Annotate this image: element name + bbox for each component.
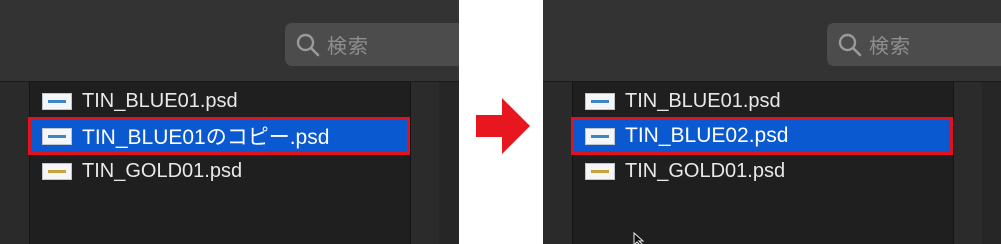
mouse-cursor-icon [633, 232, 645, 244]
right-arrow-icon [476, 98, 530, 154]
finder-window-after: 検索 TIN_BLUE01.psd TIN_BLUE02.psd TIN_GOL… [543, 0, 1001, 244]
search-placeholder: 検索 [327, 36, 369, 58]
column-divider[interactable] [953, 82, 982, 244]
file-row-selected[interactable]: TIN_BLUE01のコピー.psd [28, 117, 410, 155]
sidebar [0, 82, 30, 244]
file-row[interactable]: TIN_GOLD01.psd [30, 154, 408, 188]
column-divider[interactable] [410, 82, 439, 244]
search-placeholder: 検索 [869, 36, 911, 58]
file-name: TIN_BLUE01.psd [82, 89, 238, 112]
search-field[interactable]: 検索 [827, 23, 1001, 66]
file-name: TIN_BLUE01.psd [625, 89, 781, 112]
toolbar: 検索 [0, 0, 459, 82]
sidebar [543, 82, 573, 244]
psd-thumbnail-icon [42, 92, 72, 110]
file-name: TIN_BLUE01のコピー.psd [82, 126, 330, 149]
file-list: TIN_BLUE01.psd TIN_BLUE01のコピー.psd TIN_GO… [28, 82, 410, 244]
search-field[interactable]: 検索 [285, 23, 459, 66]
file-row[interactable]: TIN_BLUE01.psd [30, 84, 408, 118]
psd-thumbnail-icon [585, 92, 615, 110]
search-icon [838, 33, 862, 56]
psd-thumbnail-icon [585, 127, 615, 145]
file-name: TIN_BLUE02.psd [625, 124, 789, 147]
psd-thumbnail-icon [42, 162, 72, 180]
psd-thumbnail-icon [585, 162, 615, 180]
file-name: TIN_GOLD01.psd [625, 159, 786, 182]
toolbar: 検索 [543, 0, 1001, 82]
file-row[interactable]: TIN_BLUE01.psd [573, 84, 951, 118]
file-row-selected[interactable]: TIN_BLUE02.psd [571, 117, 953, 155]
file-list: TIN_BLUE01.psd TIN_BLUE02.psd TIN_GOLD01… [571, 82, 953, 244]
psd-thumbnail-icon [42, 127, 72, 145]
file-name: TIN_GOLD01.psd [82, 159, 243, 182]
search-icon [296, 33, 320, 56]
file-row[interactable]: TIN_GOLD01.psd [573, 154, 951, 188]
finder-window-before: 検索 TIN_BLUE01.psd TIN_BLUE01のコピー.psd TIN… [0, 0, 459, 244]
